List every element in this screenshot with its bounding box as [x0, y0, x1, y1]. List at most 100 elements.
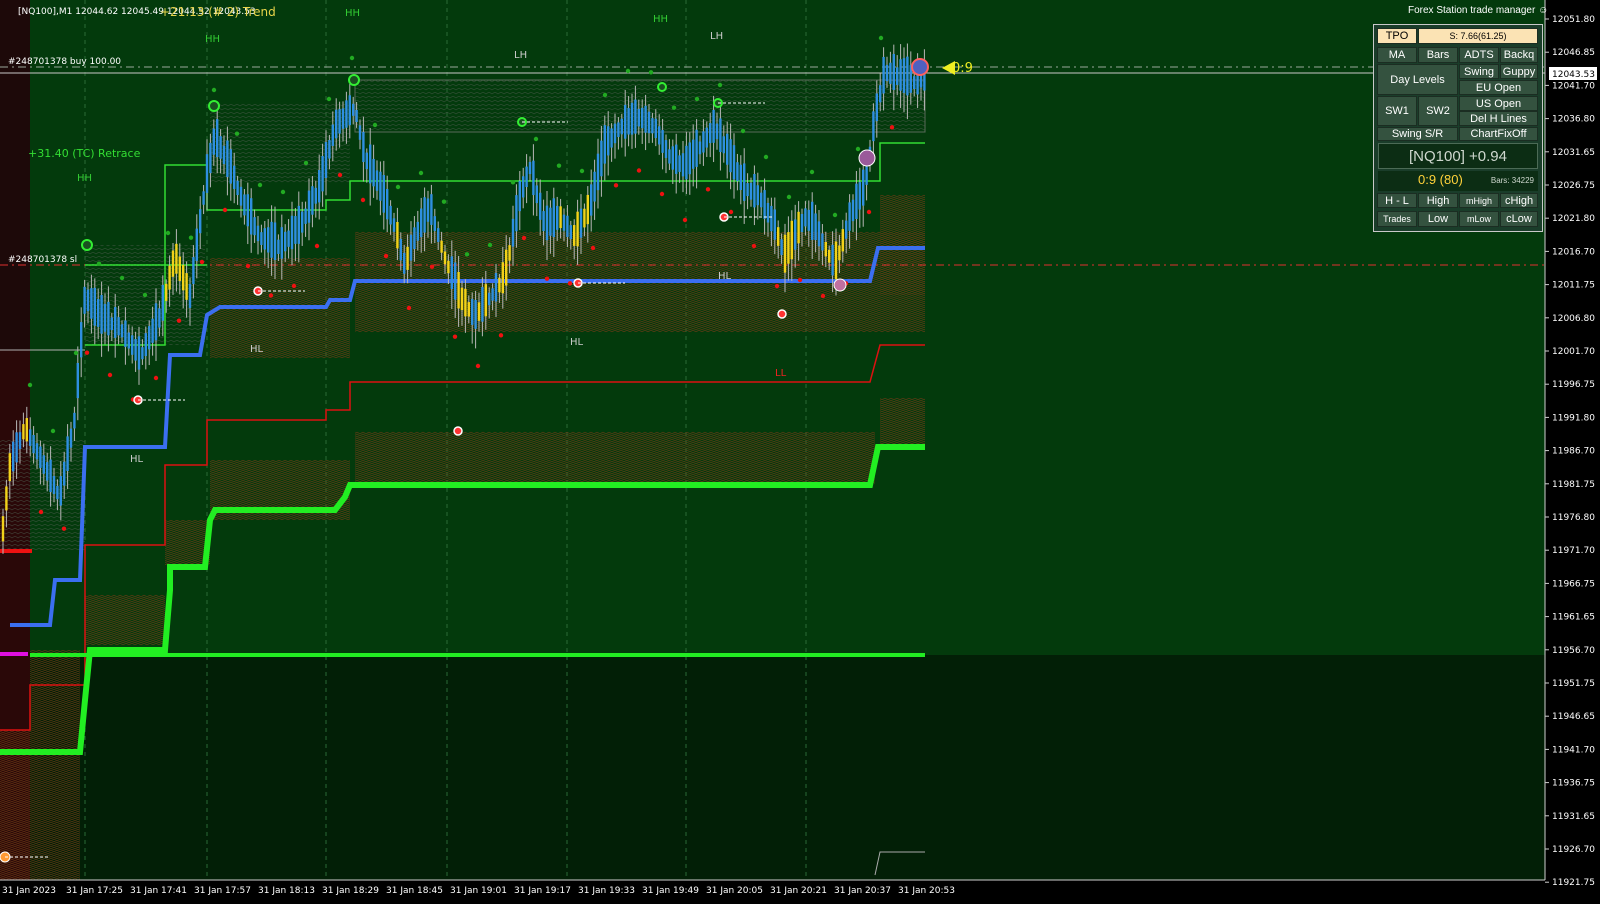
fractal-low-dot — [866, 209, 872, 215]
swing-button[interactable]: Swing — [1459, 64, 1499, 79]
fractal-high-dot — [441, 199, 447, 204]
tpo-button[interactable]: TPO — [1377, 28, 1417, 44]
fractal-low-dot — [613, 183, 619, 188]
candle-body — [518, 180, 521, 212]
candle-body — [899, 59, 902, 91]
chigh-button[interactable]: cHigh — [1500, 193, 1538, 208]
day-levels-button[interactable]: Day Levels — [1377, 64, 1458, 95]
candle-body — [576, 211, 579, 247]
candle-body — [906, 56, 909, 96]
guppy-button[interactable]: Guppy — [1500, 64, 1538, 79]
us-open-button[interactable]: US Open — [1459, 96, 1538, 111]
candle-body — [454, 262, 457, 300]
swing-sr-button[interactable]: Swing S/R — [1377, 127, 1458, 141]
fractal-low-dot — [659, 191, 665, 197]
s-value-display: S: 7.66(61.25) — [1418, 28, 1538, 44]
candle-body — [386, 188, 389, 220]
candle-body — [729, 139, 732, 173]
candle-body — [202, 191, 205, 205]
trades-button[interactable]: Trades — [1377, 211, 1417, 227]
fractal-high-dot — [602, 92, 608, 98]
fractal-high-dot — [234, 131, 240, 136]
candle-body — [902, 58, 906, 93]
fractal-high-dot — [142, 292, 148, 298]
trade-manager-panel: TPO S: 7.66(61.25) MA Bars ADTS Backq Da… — [1373, 24, 1543, 232]
sw2-button[interactable]: SW2 — [1418, 96, 1458, 126]
candle-body — [885, 64, 889, 82]
candle-body — [698, 141, 702, 155]
candle-body — [685, 145, 688, 180]
candle-body — [338, 109, 341, 134]
del-h-lines-button[interactable]: Del H Lines — [1459, 111, 1538, 126]
fractal-high-dot — [786, 194, 792, 200]
price-tick-label: 11936.75 — [1552, 779, 1595, 789]
candle-body — [437, 228, 440, 242]
candle-body — [280, 227, 283, 259]
candle-body — [566, 215, 569, 237]
candle-body — [375, 170, 379, 191]
candle-body — [522, 176, 525, 198]
candle-body — [18, 432, 22, 449]
candle-body — [32, 435, 35, 454]
candle-body — [25, 418, 28, 442]
adts-button[interactable]: ADTS — [1459, 47, 1499, 63]
fractal-low-dot — [383, 253, 389, 259]
candle-body — [165, 283, 168, 301]
candle-body — [814, 213, 817, 241]
candle-body — [131, 335, 134, 355]
candle-body — [355, 109, 358, 123]
high-button[interactable]: High — [1418, 193, 1458, 208]
candle-body — [290, 215, 294, 250]
candle-body — [736, 162, 739, 182]
fractal-low-dot — [705, 187, 711, 192]
candle-body — [579, 208, 583, 238]
candle-body — [715, 123, 719, 140]
candle-body — [175, 243, 178, 274]
svg-text:HH: HH — [205, 34, 220, 45]
candle-body — [848, 202, 851, 231]
price-tick-label: 11991.80 — [1552, 413, 1595, 423]
candle-body — [301, 211, 304, 233]
backq-button[interactable]: Backq — [1500, 47, 1538, 63]
h-l-button[interactable]: H - L — [1377, 193, 1417, 208]
fractal-low-dot — [521, 235, 527, 241]
candle-body — [39, 446, 42, 468]
chart-fix-off-button[interactable]: ChartFixOff — [1459, 127, 1538, 141]
bars-button[interactable]: Bars — [1418, 47, 1458, 63]
candle-body — [430, 194, 433, 225]
candle-body — [205, 154, 209, 193]
candle-body — [273, 222, 277, 261]
candle-body — [596, 153, 600, 191]
candle-body — [253, 217, 256, 236]
fractal-low-dot — [498, 333, 504, 338]
candle-body — [287, 230, 290, 247]
candle-body — [433, 216, 436, 231]
candle-body — [83, 286, 86, 314]
mhigh-button[interactable]: mHigh — [1459, 193, 1499, 208]
candle-body — [212, 128, 215, 155]
fractal-high-dot — [648, 70, 654, 75]
low-button[interactable]: Low — [1418, 211, 1458, 227]
clow-button[interactable]: cLow — [1500, 211, 1538, 227]
candle-body — [372, 158, 375, 187]
candle-body — [358, 125, 362, 140]
candle-body — [1, 516, 5, 542]
fractal-low-dot — [590, 245, 596, 251]
candle-body — [168, 265, 171, 290]
candle-body — [702, 131, 705, 153]
candle-body — [675, 144, 678, 174]
price-tick-label: 11981.75 — [1552, 480, 1595, 490]
trading-chart[interactable]: 12051.80 12046.85 12041.70 12036.80 12031.65… — [0, 0, 1600, 900]
eu-open-button[interactable]: EU Open — [1459, 80, 1538, 95]
price-tick-label: 11951.75 — [1552, 679, 1595, 689]
candle-body — [219, 136, 222, 159]
candle-body — [484, 284, 487, 317]
mlow-button[interactable]: mLow — [1459, 211, 1499, 227]
candle-body — [753, 174, 756, 208]
candle-body — [800, 213, 804, 233]
candle-body — [97, 299, 100, 327]
ma-button[interactable]: MA — [1377, 47, 1417, 63]
candle-body — [552, 198, 555, 238]
sw1-button[interactable]: SW1 — [1377, 96, 1417, 126]
candle-body — [256, 225, 260, 242]
